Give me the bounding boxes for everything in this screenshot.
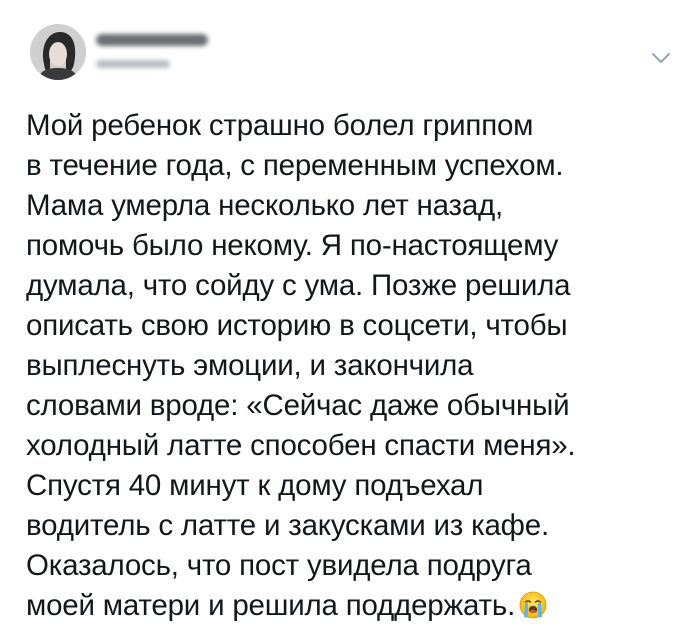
tweet-text-line: Оказалось, что пост увидела подруга [26, 549, 532, 582]
tweet-text-line: Мой ребенок страшно болел гриппом [26, 109, 534, 142]
tweet-text-line-last: моей матери и решила поддержать. [26, 586, 666, 626]
tweet-card: Мой ребенок страшно болел гриппом в тече… [0, 0, 700, 643]
tweet-text: Мой ребенок страшно болел гриппом в тече… [26, 106, 666, 626]
avatar[interactable] [30, 24, 86, 80]
tweet-text-line: водитель с латте и закусками из кафе. [26, 509, 549, 542]
chevron-down-icon[interactable] [650, 50, 672, 66]
tweet-text-line: помочь было некому. Я по-настоящему [26, 229, 559, 262]
tweet-text-line: холодный латте способен спасти меня». [26, 429, 576, 462]
tweet-text-line: думала, что сойду с ума. Позже решила [26, 269, 571, 302]
tweet-text-line: выплеснуть эмоции, и закончила [26, 349, 474, 382]
username-handle-blurred[interactable] [96, 60, 170, 68]
loudly-crying-face-emoji [519, 590, 547, 619]
tweet-text-line: моей матери и решила поддержать. [26, 589, 516, 622]
tweet-text-line: в течение года, с переменным успехом. [26, 149, 564, 182]
display-name-blurred[interactable] [96, 34, 208, 46]
tweet-text-line: описать свою историю в соцсети, чтобы [26, 309, 568, 342]
tweet-text-line: Мама умерла несколько лет назад, [26, 189, 504, 222]
tweet-text-line: Спустя 40 минут к дому подъехал [26, 469, 484, 502]
tweet-text-line: словами вроде: «Сейчас даже обычный [26, 389, 570, 422]
